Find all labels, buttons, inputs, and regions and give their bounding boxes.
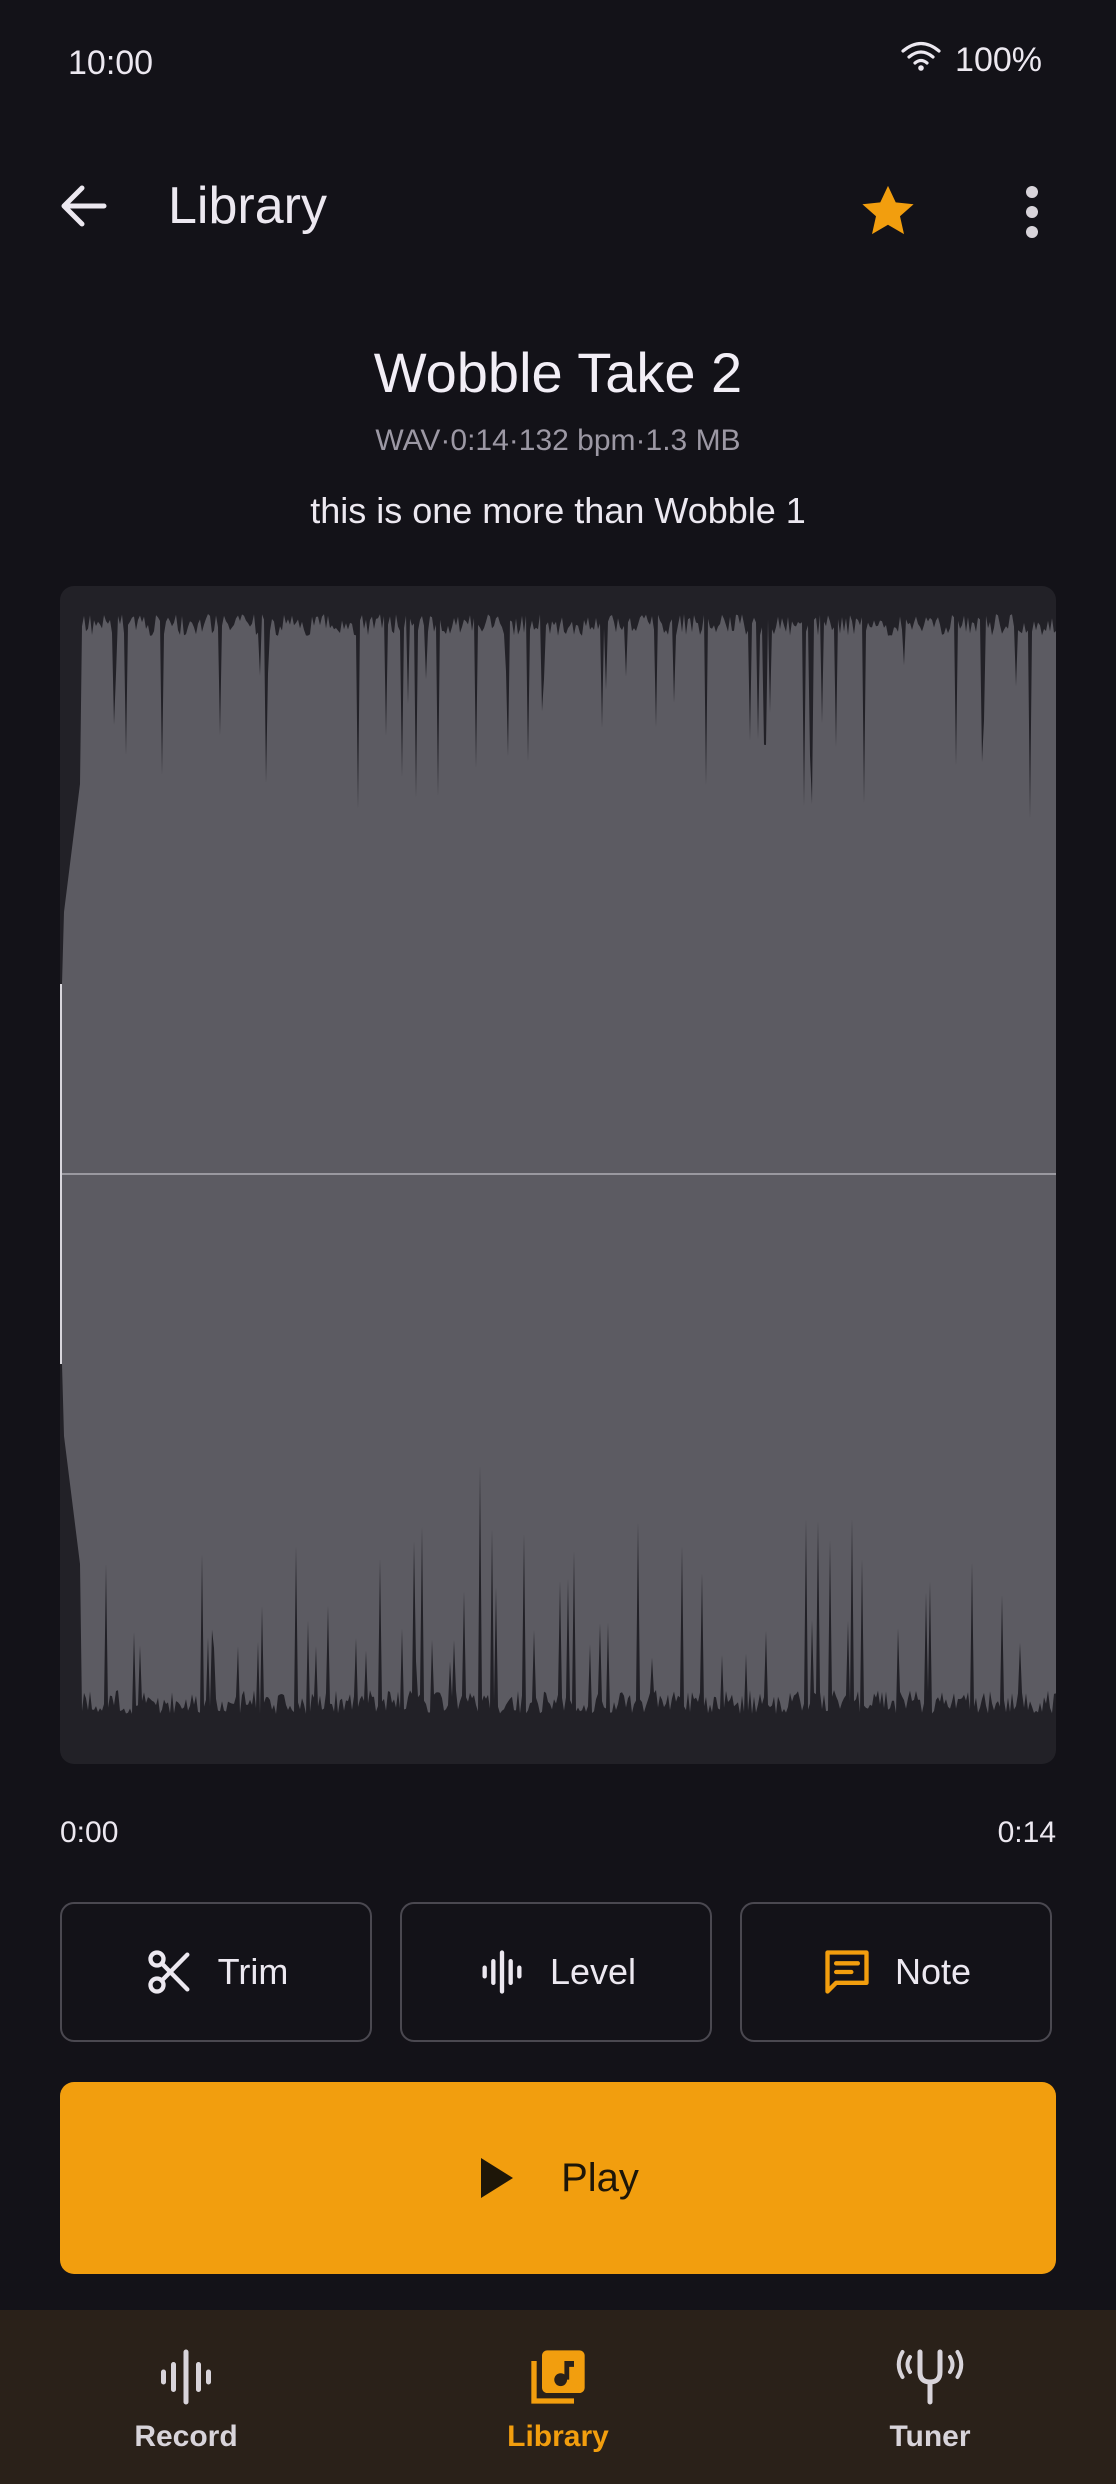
play-label: Play: [561, 2155, 639, 2200]
nav-library[interactable]: Library: [372, 2310, 744, 2484]
back-button[interactable]: [52, 174, 116, 238]
status-time: 10:00: [68, 44, 154, 82]
more-vert-icon: [1026, 186, 1038, 238]
star-icon: [862, 185, 914, 235]
waveform-view[interactable]: [60, 586, 1056, 1764]
page-title: Library: [168, 177, 327, 235]
battery-level: 100%: [955, 41, 1042, 79]
trim-label: Trim: [217, 1951, 289, 1992]
waveform-shape: [60, 614, 1056, 1714]
trim-button[interactable]: Trim: [60, 1902, 372, 2042]
recording-title: Wobble Take 2: [373, 341, 743, 404]
status-indicators: 100%: [901, 40, 1042, 81]
favorite-button[interactable]: [848, 172, 928, 252]
play-button[interactable]: Play: [60, 2082, 1056, 2274]
level-label: Level: [549, 1951, 637, 1992]
waveform-graphic: [60, 614, 1056, 1714]
bottom-navigation: Record Library Tuner: [0, 2310, 1116, 2484]
note-button[interactable]: Note: [740, 1902, 1052, 2042]
time-end: 0:14: [997, 1816, 1056, 1849]
note-icon: [821, 1946, 873, 1998]
recording-note: this is one more than Wobble 1: [310, 490, 806, 531]
nav-record[interactable]: Record: [0, 2310, 372, 2484]
recording-meta: WAV·0:14·132 bpm·1.3 MB: [375, 424, 741, 457]
nav-record-label: Record: [134, 2420, 238, 2453]
tuning-fork-icon: [895, 2342, 965, 2412]
more-options-button[interactable]: [1000, 172, 1064, 252]
library-music-icon: [523, 2342, 593, 2412]
scissors-icon: [144, 1946, 196, 1998]
time-start: 0:00: [60, 1816, 119, 1849]
nav-tuner[interactable]: Tuner: [744, 2310, 1116, 2484]
play-icon: [481, 2158, 514, 2198]
arrow-back-icon: [61, 185, 107, 227]
level-button[interactable]: Level: [400, 1902, 712, 2042]
wifi-icon: [901, 40, 941, 81]
record-waveform-icon: [151, 2342, 221, 2412]
note-label: Note: [894, 1951, 972, 1992]
nav-tuner-label: Tuner: [889, 2420, 971, 2453]
nav-library-label: Library: [507, 2420, 609, 2453]
waveform-level-icon: [476, 1946, 528, 1998]
